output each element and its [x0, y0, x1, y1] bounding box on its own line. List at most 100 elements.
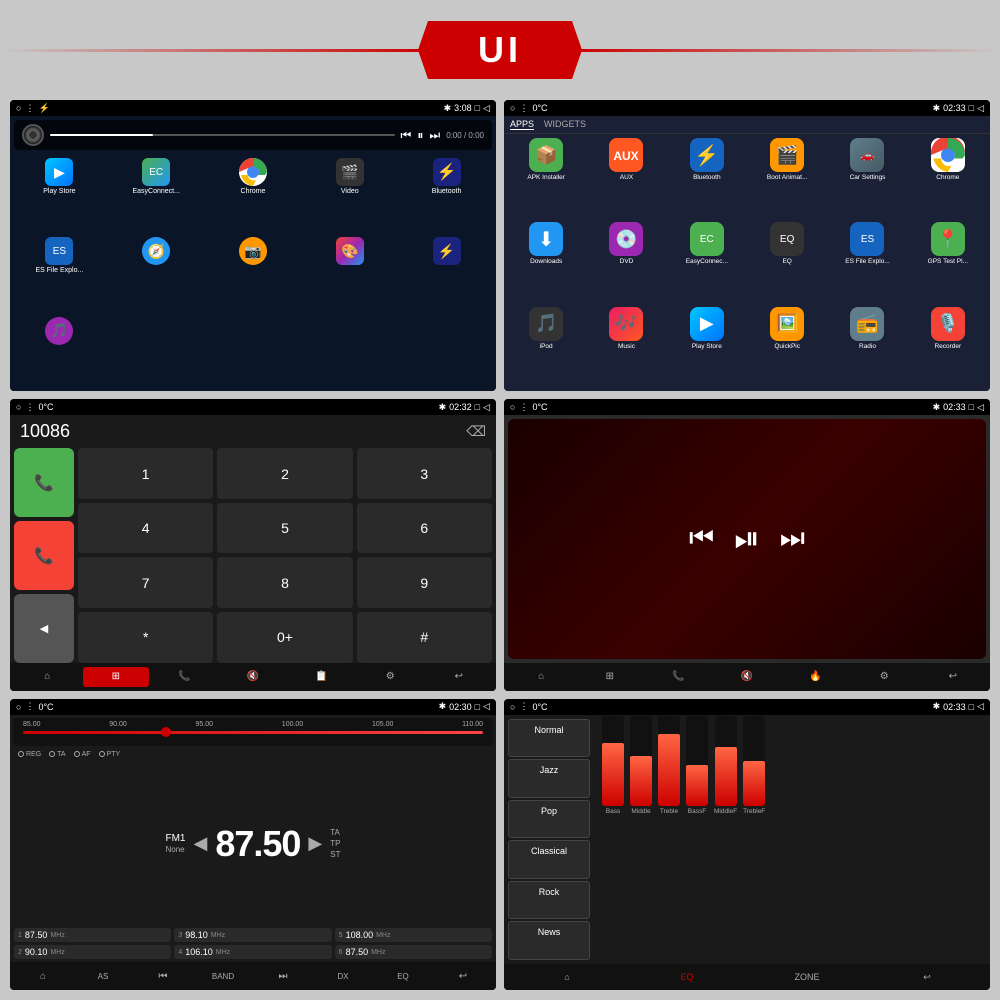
eq-bar-middlef-container[interactable]	[715, 716, 737, 806]
key-4[interactable]: 4	[78, 503, 213, 554]
key-hash[interactable]: #	[357, 612, 492, 663]
app-playstore[interactable]: ▶ Play Store	[12, 158, 107, 235]
nav-menu-4[interactable]: ⊞	[577, 667, 644, 687]
radio-slider-track[interactable]	[23, 731, 483, 734]
app-esfile[interactable]: ES ES File Explo...	[12, 237, 107, 314]
radio-slider-thumb[interactable]	[161, 727, 171, 737]
app-camera[interactable]: 📷	[206, 237, 301, 314]
nav-prev-5[interactable]: ⏮	[134, 966, 192, 986]
nav-home-5[interactable]: ⌂	[14, 966, 72, 986]
tab-widgets[interactable]: WIDGETS	[544, 119, 586, 130]
music-controls[interactable]: ⏮ ⏸ ⏭	[401, 128, 441, 143]
drawer-app-radio[interactable]: 📻 Radio	[829, 307, 905, 387]
freq-up-button[interactable]: ▶	[308, 833, 322, 854]
drawer-app-chrome2[interactable]: Chrome	[910, 138, 986, 218]
media-next-button[interactable]: ⏭	[780, 522, 805, 555]
nav-call-3[interactable]: 📞	[151, 667, 218, 687]
nav-next-5[interactable]: ⏭	[254, 966, 312, 986]
nav-as-5[interactable]: AS	[74, 966, 132, 986]
nav-mute-3[interactable]: 🔇	[220, 667, 287, 687]
nav-back-4[interactable]: ↩	[919, 667, 986, 687]
eq-bar-treplef-container[interactable]	[743, 716, 765, 806]
drawer-app-music2[interactable]: 🎶 Music	[588, 307, 664, 387]
drawer-app-carsettings[interactable]: 🚗 Car Settings	[829, 138, 905, 218]
preset-3[interactable]: 3 98.10 MHz	[174, 928, 331, 942]
nav-home-4[interactable]: ⌂	[508, 667, 575, 687]
eq-nav-zone[interactable]: ZONE	[748, 972, 866, 982]
key-9[interactable]: 9	[357, 557, 492, 608]
media-play-button[interactable]: ⏯	[734, 520, 760, 558]
next-icon[interactable]: ⏭	[429, 128, 440, 143]
eq-bar-middle-container[interactable]	[630, 716, 652, 806]
radio-opt-pty[interactable]: PTY	[99, 751, 121, 758]
nav-back-3[interactable]: ↩	[425, 667, 492, 687]
key-6[interactable]: 6	[357, 503, 492, 554]
eq-preset-normal[interactable]: Normal	[508, 719, 590, 758]
prev-icon[interactable]: ⏮	[401, 128, 412, 143]
eq-bar-bassf-container[interactable]	[686, 716, 708, 806]
drawer-app-playstore2[interactable]: ▶ Play Store	[669, 307, 745, 387]
eq-preset-jazz[interactable]: Jazz	[508, 759, 590, 798]
eq-bar-bass-container[interactable]	[602, 716, 624, 806]
music-progress-bar[interactable]	[50, 134, 395, 136]
volume-button[interactable]: ◀	[14, 594, 74, 663]
eq-bar-treble-container[interactable]	[658, 716, 680, 806]
drawer-app-eq[interactable]: EQ EQ	[749, 222, 825, 302]
key-8[interactable]: 8	[217, 557, 352, 608]
eq-preset-rock[interactable]: Rock	[508, 881, 590, 920]
radio-opt-ta[interactable]: TA	[49, 751, 65, 758]
nav-band-5[interactable]: BAND	[194, 966, 252, 986]
drawer-app-ipod[interactable]: 🎵 iPod	[508, 307, 584, 387]
nav-home-3[interactable]: ⌂	[14, 667, 81, 687]
app-gallery[interactable]: 🎨	[302, 237, 397, 314]
drawer-app-boot[interactable]: 🎬 Boot Animat...	[749, 138, 825, 218]
key-star[interactable]: *	[78, 612, 213, 663]
call-button[interactable]: 📞	[14, 448, 74, 517]
media-prev-button[interactable]: ⏮	[689, 522, 714, 555]
app-video[interactable]: 🎬 Video	[302, 158, 397, 235]
key-2[interactable]: 2	[217, 448, 352, 499]
drawer-app-bluetooth[interactable]: ⚡ Bluetooth	[669, 138, 745, 218]
freq-down-button[interactable]: ◀	[193, 833, 207, 854]
nav-mute-4[interactable]: 🔇	[714, 667, 781, 687]
app-nav[interactable]: 🧭	[109, 237, 204, 314]
nav-settings-3[interactable]: ⚙	[357, 667, 424, 687]
app-music[interactable]: 🎵	[12, 317, 107, 387]
radio-opt-reg[interactable]: REG	[18, 751, 41, 758]
eq-preset-classical[interactable]: Classical	[508, 840, 590, 879]
drawer-app-aux[interactable]: AUX AUX	[588, 138, 664, 218]
backspace-button[interactable]: ⌫	[466, 423, 486, 440]
nav-fire-4[interactable]: 🔥	[782, 667, 849, 687]
preset-4[interactable]: 4 106.10 MHz	[174, 945, 331, 959]
preset-2[interactable]: 2 90.10 MHz	[14, 945, 171, 959]
key-7[interactable]: 7	[78, 557, 213, 608]
nav-dx-5[interactable]: DX	[314, 966, 372, 986]
eq-nav-eq[interactable]: EQ	[628, 972, 746, 982]
drawer-app-gps[interactable]: 📍 GPS Test Pl...	[910, 222, 986, 302]
key-3[interactable]: 3	[357, 448, 492, 499]
eq-preset-pop[interactable]: Pop	[508, 800, 590, 839]
drawer-app-downloads[interactable]: ⬇ Downloads	[508, 222, 584, 302]
app-bluetooth[interactable]: ⚡ Bluetooth	[399, 158, 494, 235]
play-icon[interactable]: ⏸	[417, 128, 423, 143]
eq-preset-news[interactable]: News	[508, 921, 590, 960]
drawer-app-apk[interactable]: 📦 APK Installer	[508, 138, 584, 218]
key-5[interactable]: 5	[217, 503, 352, 554]
key-0[interactable]: 0+	[217, 612, 352, 663]
nav-settings-4[interactable]: ⚙	[851, 667, 918, 687]
music-player-bar[interactable]: ⏮ ⏸ ⏭ 0:00 / 0:00	[14, 120, 492, 150]
app-easyconnect[interactable]: EC EasyConnect...	[109, 158, 204, 235]
drawer-app-easyconn2[interactable]: EC EasyConnec...	[669, 222, 745, 302]
eq-nav-home[interactable]: ⌂	[508, 972, 626, 982]
nav-menu-3[interactable]: ⊞	[83, 667, 150, 687]
hangup-button[interactable]: 📞	[14, 521, 74, 590]
drawer-app-quickpic[interactable]: 🖼️ QuickPic	[749, 307, 825, 387]
key-1[interactable]: 1	[78, 448, 213, 499]
nav-eq-5[interactable]: EQ	[374, 966, 432, 986]
nav-contacts-3[interactable]: 📋	[288, 667, 355, 687]
tab-apps[interactable]: APPS	[510, 119, 534, 130]
drawer-app-esfile2[interactable]: ES ES File Explo...	[829, 222, 905, 302]
radio-tuner[interactable]: 85.00 90.00 95.00 100.00 105.00 110.00	[13, 718, 493, 746]
preset-1[interactable]: 1 87.50 MHz	[14, 928, 171, 942]
nav-back-5[interactable]: ↩	[434, 966, 492, 986]
